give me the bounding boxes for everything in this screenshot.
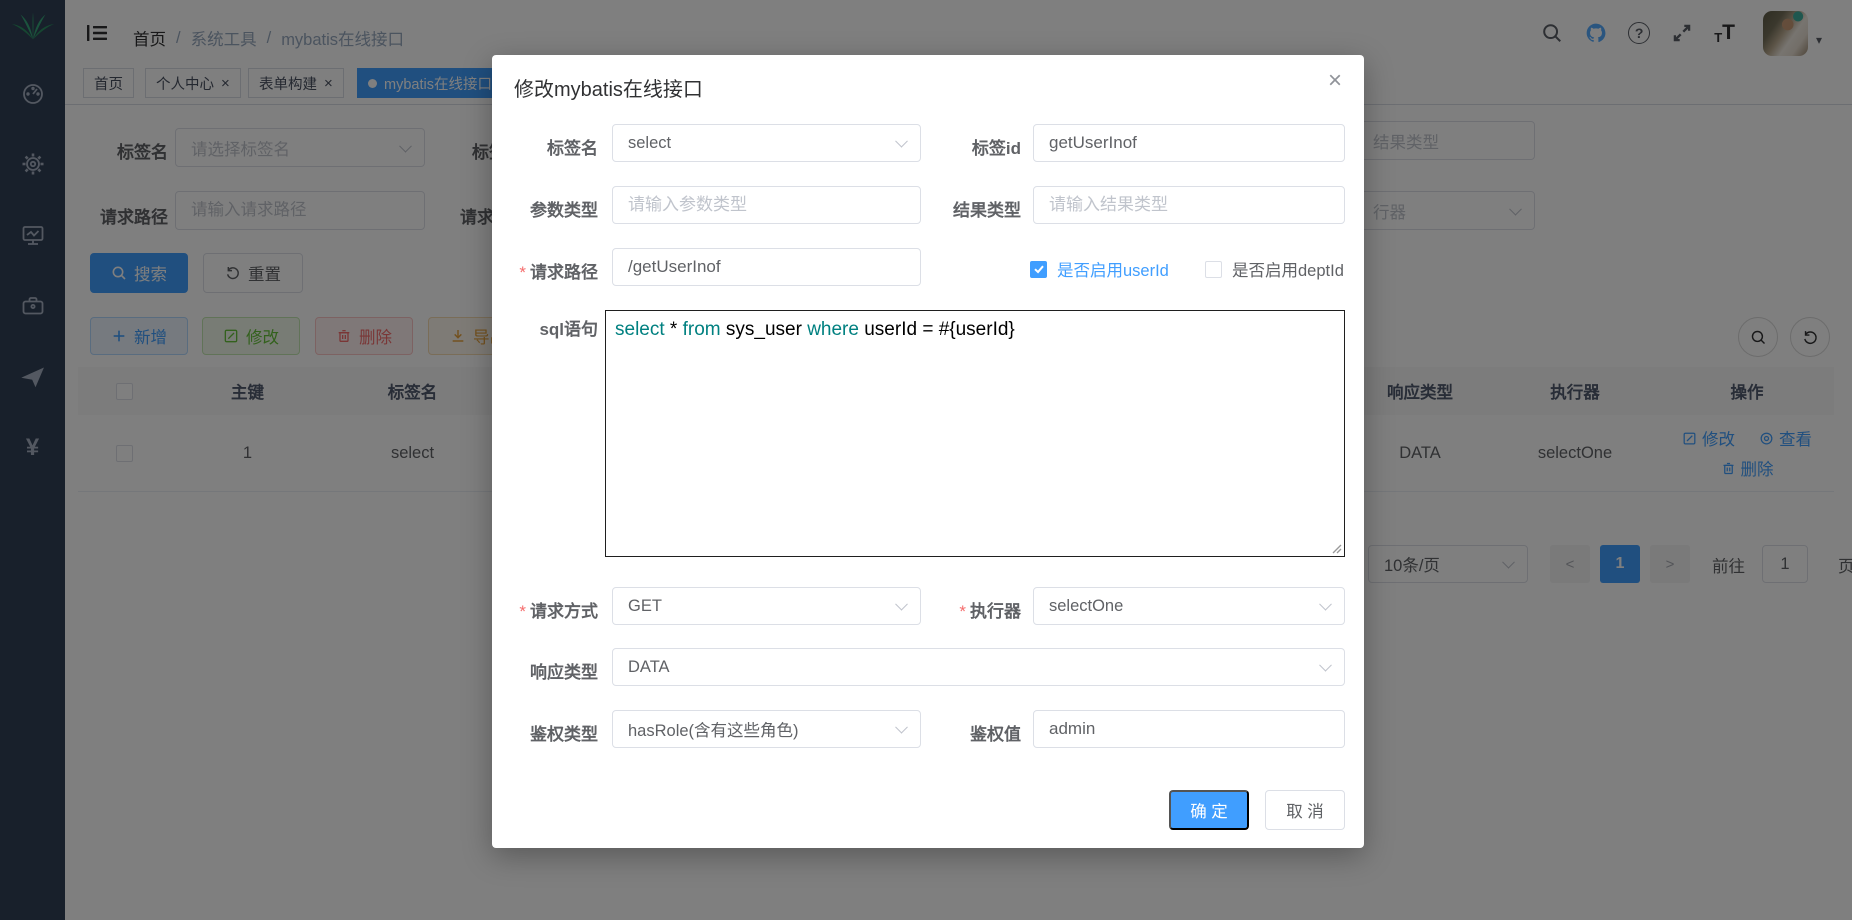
dlg-path-label: *请求路径: [470, 258, 598, 283]
dlg-method-select[interactable]: GET: [612, 587, 921, 625]
app-root: ¥ 首页 / 系统工具 / mybatis在线接口: [0, 0, 1852, 920]
chevron-down-icon: [1319, 659, 1332, 672]
dlg-tag-name-select[interactable]: select: [612, 124, 921, 162]
confirm-button[interactable]: 确 定: [1169, 790, 1249, 830]
dlg-sql-label: sql语句: [470, 315, 598, 340]
chevron-down-icon: [1319, 598, 1332, 611]
dlg-executor-select[interactable]: selectOne: [1033, 587, 1345, 625]
resize-grip-icon[interactable]: [1330, 542, 1342, 554]
sql-editor[interactable]: select * from sys_user where userId = #{…: [605, 310, 1345, 557]
dlg-auth-value-label: 鉴权值: [893, 720, 1021, 745]
dlg-auth-value-input[interactable]: [1033, 710, 1345, 748]
dlg-tag-id-input[interactable]: [1033, 124, 1345, 162]
dialog-close-icon[interactable]: ×: [1328, 67, 1342, 95]
dlg-tag-name-label: 标签名: [470, 134, 598, 159]
dlg-result-type-input[interactable]: [1033, 186, 1345, 224]
dlg-param-type-input[interactable]: [612, 186, 921, 224]
dlg-executor-label: *执行器: [893, 597, 1021, 622]
edit-mybatis-dialog: 修改mybatis在线接口 × 标签名 select 标签id 参数类型 结果类…: [492, 55, 1364, 848]
dlg-param-type-label: 参数类型: [470, 196, 598, 221]
cancel-button[interactable]: 取 消: [1265, 790, 1345, 830]
dlg-auth-type-select[interactable]: hasRole(含有这些角色): [612, 710, 921, 748]
dlg-tag-id-label: 标签id: [893, 134, 1021, 159]
dlg-deptid-checkbox[interactable]: 是否启用deptId: [1205, 257, 1344, 281]
checkbox-checked-icon[interactable]: [1030, 261, 1047, 278]
checkbox-unchecked-icon[interactable]: [1205, 261, 1222, 278]
dlg-auth-type-label: 鉴权类型: [470, 720, 598, 745]
dlg-path-input[interactable]: [612, 248, 921, 286]
dlg-result-type-label: 结果类型: [893, 196, 1021, 221]
dlg-method-label: *请求方式: [470, 597, 598, 622]
dlg-userid-checkbox[interactable]: 是否启用userId: [1030, 257, 1169, 281]
dialog-title: 修改mybatis在线接口: [514, 73, 703, 102]
dlg-resp-type-label: 响应类型: [470, 658, 598, 683]
dlg-resp-type-select[interactable]: DATA: [612, 648, 1345, 686]
